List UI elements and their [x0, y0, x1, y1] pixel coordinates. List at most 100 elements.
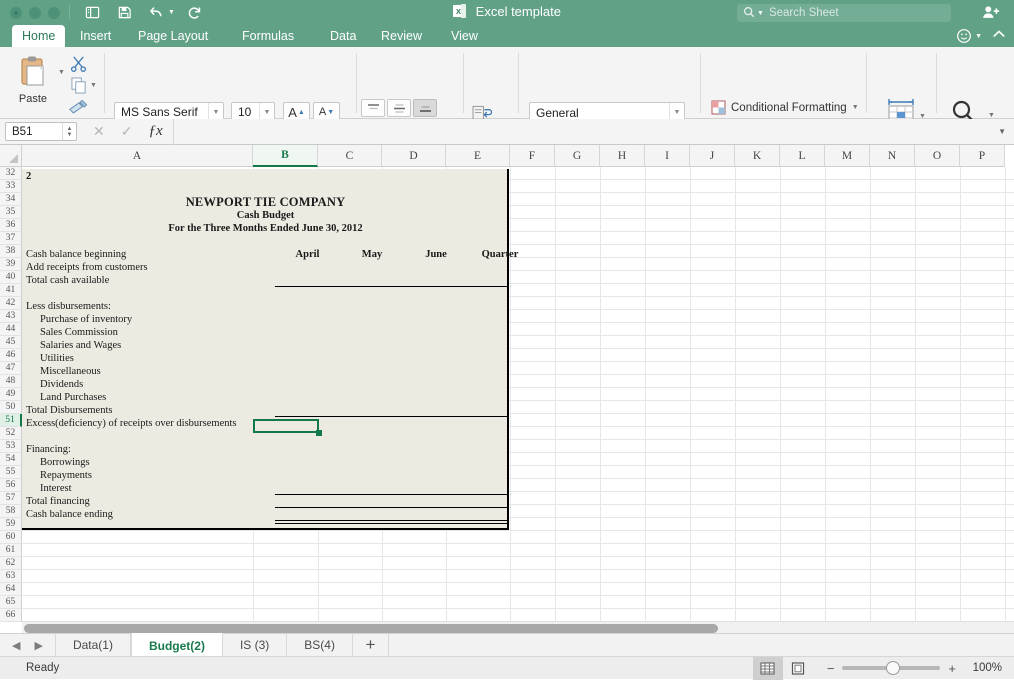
row-header-36[interactable]: 36 [0, 219, 22, 232]
row-header-46[interactable]: 46 [0, 349, 22, 362]
align-top-button[interactable] [361, 99, 385, 117]
row-header-50[interactable]: 50 [0, 401, 22, 414]
row-header-65[interactable]: 65 [0, 596, 22, 609]
row-header-55[interactable]: 55 [0, 466, 22, 479]
cell-A39[interactable]: Cash balance beginning [26, 248, 126, 261]
tab-page-layout[interactable]: Page Layout [128, 25, 218, 47]
tab-insert[interactable]: Insert [70, 25, 121, 47]
column-header-H[interactable]: H [600, 145, 645, 167]
column-header-D[interactable]: D [382, 145, 446, 167]
row-header-58[interactable]: 58 [0, 505, 22, 518]
close-button[interactable] [10, 7, 22, 19]
cell-A48[interactable]: Miscellaneous [40, 365, 101, 378]
row-header-57[interactable]: 57 [0, 492, 22, 505]
row-header-63[interactable]: 63 [0, 570, 22, 583]
tab-data[interactable]: Data [320, 25, 366, 47]
cell-header-april[interactable]: April [275, 248, 340, 261]
column-header-I[interactable]: I [645, 145, 690, 167]
column-header-K[interactable]: K [735, 145, 780, 167]
minimize-button[interactable] [29, 7, 41, 19]
row-header-56[interactable]: 56 [0, 479, 22, 492]
row-header-39[interactable]: 39 [0, 258, 22, 271]
format-painter-icon[interactable] [68, 100, 88, 120]
cell-A58[interactable]: Total financing [26, 495, 90, 508]
row-header-48[interactable]: 48 [0, 375, 22, 388]
page-layout-view-icon[interactable] [783, 657, 813, 680]
zoom-in-button[interactable]: + [948, 661, 956, 676]
cut-icon[interactable] [70, 55, 87, 77]
cell-A57[interactable]: Interest [40, 482, 72, 495]
row-header-54[interactable]: 54 [0, 453, 22, 466]
cell-A49[interactable]: Dividends [40, 378, 83, 391]
cell-A56[interactable]: Repayments [40, 469, 92, 482]
zoom-out-button[interactable]: − [827, 661, 835, 676]
search-sheet-input[interactable]: ▼ Search Sheet [737, 4, 951, 22]
tab-review[interactable]: Review [371, 25, 432, 47]
cell-report-title[interactable]: Cash Budget [22, 209, 509, 222]
cancel-icon[interactable]: ✕ [93, 123, 105, 140]
column-header-A[interactable]: A [22, 145, 253, 167]
column-header-O[interactable]: O [915, 145, 960, 167]
sheet-tab-is3[interactable]: IS (3) [223, 634, 287, 656]
row-header-64[interactable]: 64 [0, 583, 22, 596]
cell-A51[interactable]: Total Disbursements [26, 404, 112, 417]
tab-view[interactable]: View [441, 25, 488, 47]
conditional-formatting-button[interactable]: Conditional Formatting ▼ [711, 100, 859, 115]
column-header-L[interactable]: L [780, 145, 825, 167]
cell-A45[interactable]: Sales Commission [40, 326, 118, 339]
horizontal-scrollbar[interactable] [22, 621, 1014, 633]
smiley-feedback-icon[interactable] [956, 28, 972, 44]
tab-home[interactable]: Home [12, 25, 65, 47]
cell-A46[interactable]: Salaries and Wages [40, 339, 121, 352]
column-header-P[interactable]: P [960, 145, 1005, 167]
add-sheet-button[interactable]: + [353, 634, 389, 656]
cell-A55[interactable]: Borrowings [40, 456, 90, 469]
prev-sheet-icon[interactable]: ◀ [12, 639, 20, 652]
row-header-42[interactable]: 42 [0, 297, 22, 310]
row-header-43[interactable]: 43 [0, 310, 22, 323]
sheet-view-icon[interactable] [81, 2, 103, 24]
chevron-down-icon[interactable]: ▼ [852, 104, 859, 111]
align-bottom-button[interactable] [413, 99, 437, 117]
fill-handle[interactable] [316, 430, 322, 436]
row-header-47[interactable]: 47 [0, 362, 22, 375]
column-header-B[interactable]: B [253, 145, 318, 167]
cell-A59[interactable]: Cash balance ending [26, 508, 113, 521]
row-header-62[interactable]: 62 [0, 557, 22, 570]
row-header-37[interactable]: 37 [0, 232, 22, 245]
confirm-icon[interactable]: ✓ [121, 123, 133, 140]
row-header-51[interactable]: 51 [0, 414, 22, 427]
column-header-C[interactable]: C [318, 145, 382, 167]
cell-report-period[interactable]: For the Three Months Ended June 30, 2012 [22, 222, 509, 235]
row-header-61[interactable]: 61 [0, 544, 22, 557]
cell-A43[interactable]: Less disbursements: [26, 300, 111, 313]
expand-formula-bar-icon[interactable]: ▼ [998, 127, 1006, 136]
name-box[interactable]: B51 ▲▼ [5, 122, 77, 141]
selected-cell-B51[interactable] [253, 419, 319, 433]
paste-dropdown-caret[interactable]: ▼ [58, 69, 65, 76]
cell-A54[interactable]: Financing: [26, 443, 71, 456]
copy-dropdown-caret[interactable]: ▼ [90, 82, 97, 89]
collapse-ribbon-icon[interactable] [992, 27, 1006, 45]
row-header-34[interactable]: 34 [0, 193, 22, 206]
sheet-tab-data1[interactable]: Data(1) [56, 634, 131, 656]
row-header-41[interactable]: 41 [0, 284, 22, 297]
column-header-E[interactable]: E [446, 145, 510, 167]
column-header-J[interactable]: J [690, 145, 735, 167]
formula-input[interactable] [173, 119, 998, 145]
row-header-33[interactable]: 33 [0, 180, 22, 193]
grid-canvas[interactable]: 2 NEWPORT TIE COMPANY Cash Budget For th… [22, 167, 1014, 633]
align-middle-button[interactable] [387, 99, 411, 117]
next-sheet-icon[interactable]: ▶ [34, 639, 42, 652]
cell-A40[interactable]: Add receipts from customers [26, 261, 148, 274]
smiley-dropdown-caret[interactable]: ▼ [975, 33, 982, 40]
cell-company-title[interactable]: NEWPORT TIE COMPANY [22, 196, 509, 209]
row-header-44[interactable]: 44 [0, 323, 22, 336]
column-header-F[interactable]: F [510, 145, 555, 167]
save-icon[interactable] [113, 2, 135, 24]
name-box-spinner[interactable]: ▲▼ [62, 123, 76, 140]
select-all-corner[interactable] [0, 145, 22, 167]
normal-view-icon[interactable] [753, 657, 783, 680]
sheet-tab-bs4[interactable]: BS(4) [287, 634, 353, 656]
row-header-32[interactable]: 32 [0, 167, 22, 180]
